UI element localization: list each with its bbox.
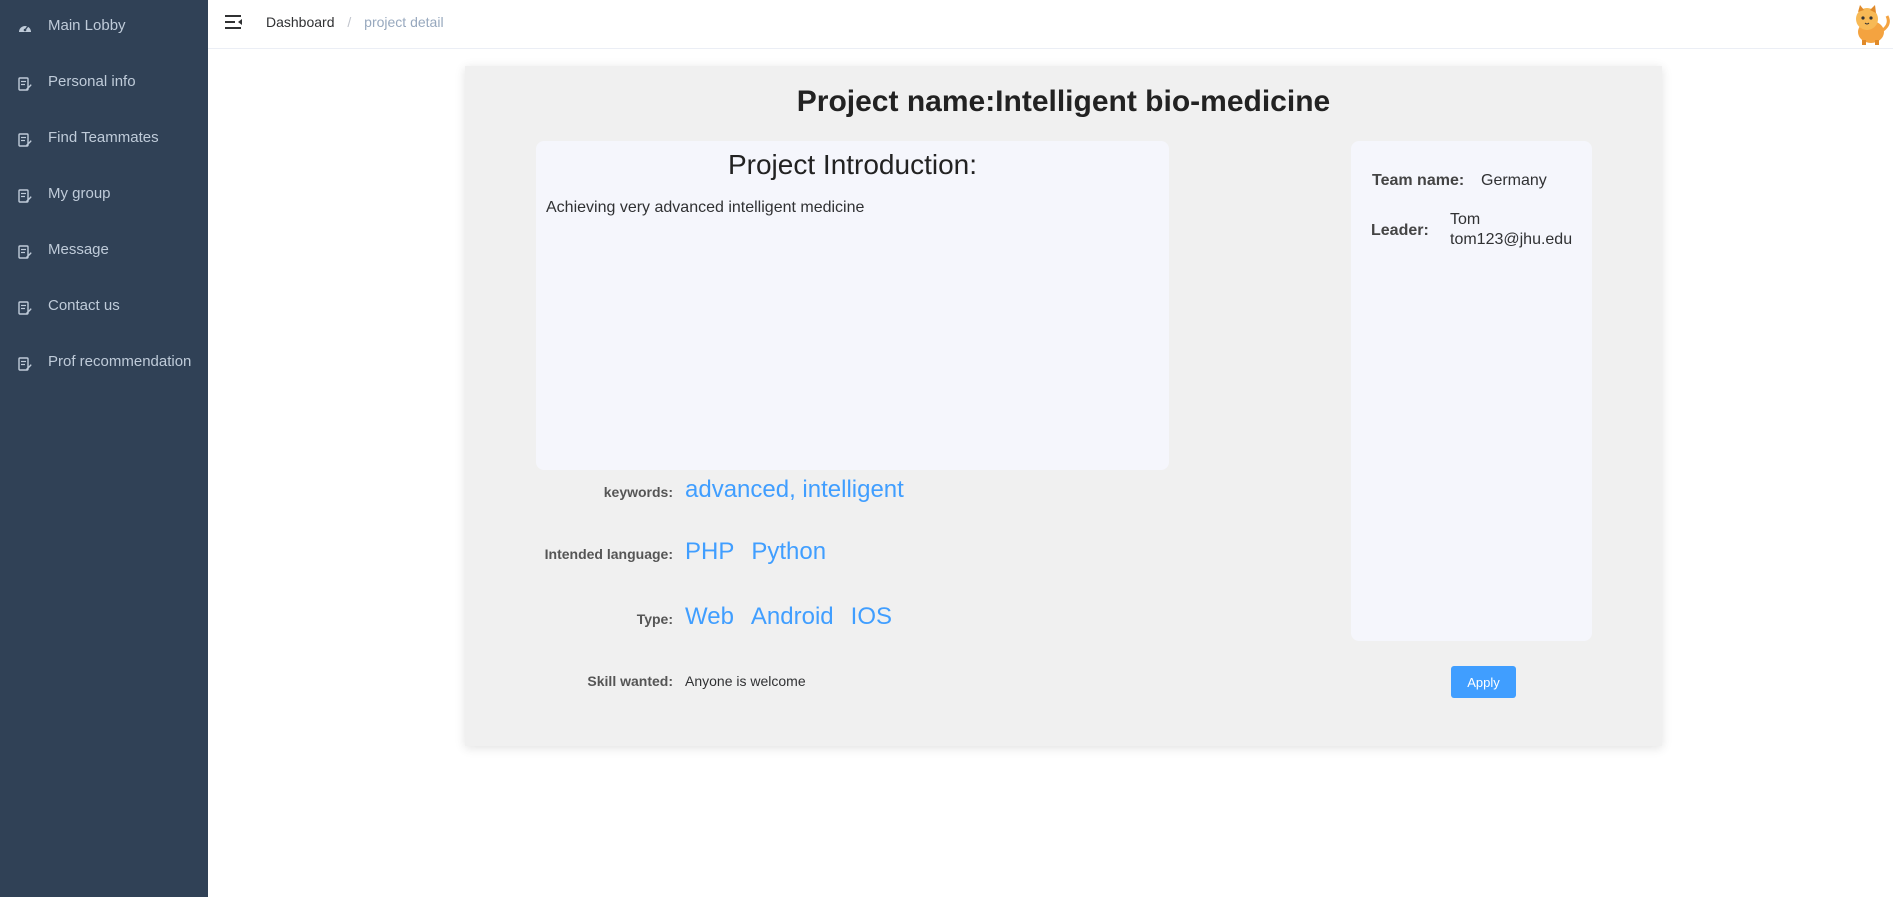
language-tag[interactable]: PHP (685, 538, 734, 565)
leader-label: Leader: (1371, 222, 1429, 239)
team-name-value: Germany (1481, 172, 1547, 189)
type-tag[interactable]: Android (751, 603, 834, 630)
intro-text: Achieving very advanced intelligent medi… (546, 199, 865, 216)
dashboard-icon (19, 25, 31, 32)
sidebar-item-find-teammates[interactable]: Find Teammates (0, 112, 208, 168)
leader-email: tom123@jhu.edu (1450, 231, 1573, 248)
type-tag[interactable]: Web (685, 603, 734, 630)
page-title: Project name:Intelligent bio-medicine (796, 85, 1331, 118)
sidebar-item-label: Main Lobby (48, 17, 126, 34)
leader-name: Tom (1450, 211, 1481, 228)
sidebar-item-personal-info[interactable]: Personal info (0, 56, 208, 112)
language-tag[interactable]: Python (751, 538, 826, 565)
form-icon (18, 357, 32, 371)
skill-label: Skill wanted: (587, 673, 673, 689)
topbar: Dashboard / project detail (208, 0, 1893, 49)
sidebar-item-label: My group (48, 185, 111, 202)
sidebar-item-message[interactable]: Message (0, 224, 208, 280)
sidebar-item-label: Prof recommendation (48, 353, 192, 370)
sidebar-item-my-group[interactable]: My group (0, 168, 208, 224)
keyword-tag[interactable]: advanced, intelligent (685, 476, 904, 504)
sidebar-item-label: Find Teammates (48, 129, 159, 146)
sidebar-item-label: Contact us (48, 297, 120, 314)
menu-fold-icon[interactable] (224, 12, 244, 32)
sidebar-item-contact-us[interactable]: Contact us (0, 280, 208, 336)
avatar[interactable] (1849, 2, 1893, 46)
form-icon (18, 189, 32, 203)
sidebar-item-main-lobby[interactable]: Main Lobby (0, 0, 208, 56)
project-introduction-panel: Project Introduction: Achieving very adv… (536, 141, 1169, 470)
sidebar-item-label: Message (48, 241, 109, 258)
intro-heading: Project Introduction: (727, 149, 978, 180)
skill-value: Anyone is welcome (685, 673, 806, 689)
breadcrumb-current: project detail (364, 14, 444, 30)
form-icon (18, 133, 32, 147)
keywords-label: keywords: (603, 484, 673, 500)
team-name-label: Team name: (1372, 172, 1465, 189)
language-label: Intended language: (544, 546, 673, 562)
type-tags: Web Android IOS (685, 603, 909, 631)
form-icon (18, 301, 32, 315)
form-icon (18, 77, 32, 91)
sidebar-item-label: Personal info (48, 73, 136, 90)
sidebar-item-prof-recommendation[interactable]: Prof recommendation (0, 336, 208, 392)
project-detail-card: Project name:Intelligent bio-medicine Pr… (465, 66, 1662, 746)
type-tag[interactable]: IOS (851, 603, 892, 630)
breadcrumb-dashboard[interactable]: Dashboard (266, 14, 335, 30)
type-label: Type: (636, 611, 673, 627)
breadcrumb-separator: / (347, 14, 352, 30)
apply-button[interactable]: Apply (1451, 666, 1516, 698)
team-info-panel: Team name: Germany Leader: Tom tom123@jh… (1351, 141, 1592, 641)
breadcrumb: Dashboard / project detail (266, 14, 444, 30)
sidebar: Main Lobby Personal info Find Teammates … (0, 0, 208, 897)
language-tags: PHP Python (685, 538, 843, 566)
form-icon (18, 245, 32, 259)
